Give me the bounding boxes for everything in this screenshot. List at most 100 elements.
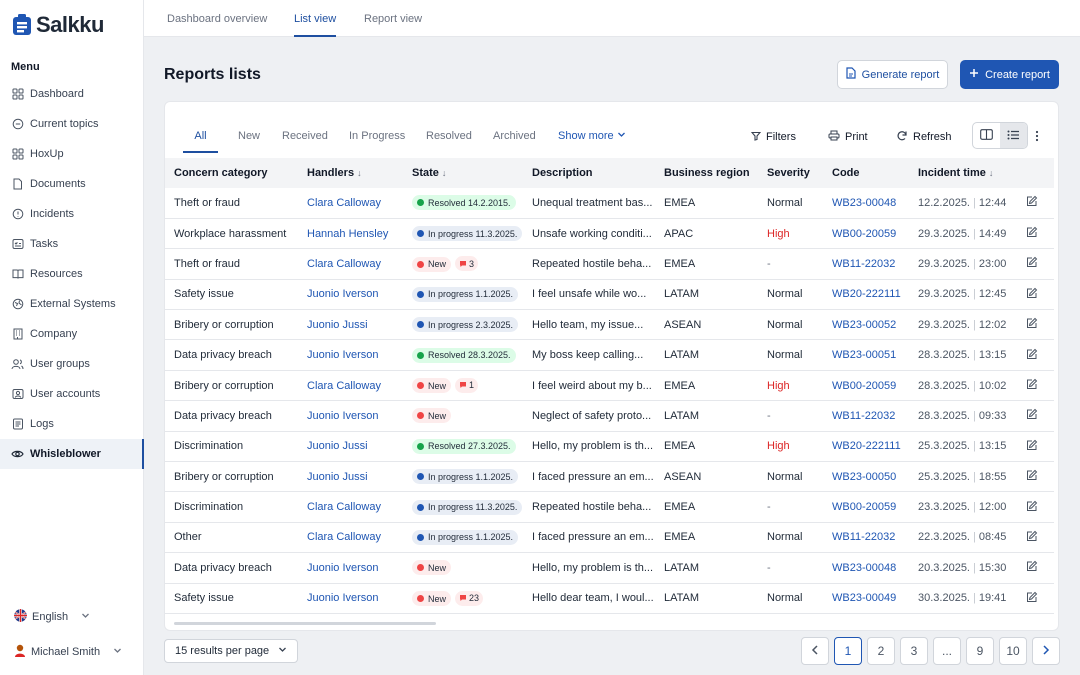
filter-tab-resolved[interactable]: Resolved bbox=[426, 122, 472, 153]
code-link[interactable]: WB23-00051 bbox=[823, 339, 909, 371]
table-row[interactable]: Data privacy breach Juonio Iverson Resolve… bbox=[165, 339, 1054, 371]
sidebar-item-company[interactable]: Company bbox=[0, 319, 144, 349]
edit-icon[interactable] bbox=[1026, 561, 1038, 575]
page-button-2[interactable]: 2 bbox=[867, 637, 895, 665]
table-row[interactable]: Bribery or corruption Clara Calloway New 1 I… bbox=[165, 370, 1054, 402]
table-row[interactable]: Theft or fraud Clara Calloway New 3 Repeated… bbox=[165, 248, 1054, 280]
sidebar-item-dashboard[interactable]: Dashboard bbox=[0, 79, 144, 109]
code-link[interactable]: WB23-00048 bbox=[823, 188, 909, 219]
generate-report-button[interactable]: Generate report bbox=[837, 60, 948, 89]
column-header-code[interactable]: Code bbox=[823, 158, 909, 188]
prev-page-button[interactable] bbox=[801, 637, 829, 665]
table-row[interactable]: Data privacy breach Juonio Iverson New Hell… bbox=[165, 552, 1054, 584]
create-report-button[interactable]: Create report bbox=[960, 60, 1059, 89]
edit-icon[interactable] bbox=[1026, 500, 1038, 515]
edit-icon[interactable] bbox=[1026, 591, 1038, 606]
table-row[interactable]: Other Clara Calloway In progress 1.1.2025.… bbox=[165, 522, 1054, 554]
edit-icon[interactable] bbox=[1026, 287, 1038, 302]
code-link[interactable]: WB11-22032 bbox=[823, 248, 909, 280]
edit-icon[interactable] bbox=[1026, 409, 1038, 423]
more-options-button[interactable] bbox=[1035, 124, 1039, 150]
filter-tab-in-progress[interactable]: In Progress bbox=[349, 122, 405, 153]
tab-dashboard-overview[interactable]: Dashboard overview bbox=[167, 0, 267, 37]
page-button-9[interactable]: 9 bbox=[966, 637, 994, 665]
code-link[interactable]: WB00-20059 bbox=[823, 491, 909, 523]
edit-icon[interactable] bbox=[1026, 196, 1038, 210]
handler-link[interactable]: Juonio Jussi bbox=[298, 431, 403, 463]
table-row[interactable]: Bribery or corruption Juonio Jussi In prog… bbox=[165, 309, 1054, 341]
sidebar-item-hoxup[interactable]: HoxUp bbox=[0, 139, 144, 169]
code-link[interactable]: WB20-222111 bbox=[823, 431, 909, 463]
sidebar-item-incidents[interactable]: Incidents bbox=[0, 199, 144, 229]
code-link[interactable]: WB23-00049 bbox=[823, 583, 909, 614]
edit-icon[interactable] bbox=[1026, 469, 1038, 484]
language-selector[interactable]: English bbox=[14, 609, 90, 625]
column-header-severity[interactable]: Severity bbox=[758, 158, 823, 188]
handler-link[interactable]: Juonio Iverson bbox=[298, 279, 403, 311]
code-link[interactable]: WB11-22032 bbox=[823, 400, 909, 432]
table-row[interactable]: Data privacy breach Juonio Iverson New Negl… bbox=[165, 400, 1054, 432]
code-link[interactable]: WB23-00050 bbox=[823, 461, 909, 493]
print-button[interactable]: Print bbox=[828, 124, 868, 150]
handler-link[interactable]: Juonio Jussi bbox=[298, 309, 403, 341]
table-row[interactable]: Safety issue Juonio Iverson New 23 Hello dea… bbox=[165, 583, 1054, 614]
filters-button[interactable]: Filters bbox=[750, 124, 796, 150]
handler-link[interactable]: Juonio Iverson bbox=[298, 552, 403, 584]
tab-report-view[interactable]: Report view bbox=[364, 0, 422, 37]
handler-link[interactable]: Clara Calloway bbox=[298, 522, 403, 554]
table-row[interactable]: Theft or fraud Clara Calloway Resolved 14.… bbox=[165, 188, 1054, 219]
horizontal-scrollbar[interactable] bbox=[174, 622, 436, 625]
page-button-10[interactable]: 10 bbox=[999, 637, 1027, 665]
tab-list-view[interactable]: List view bbox=[294, 0, 337, 37]
page-button-3[interactable]: 3 bbox=[900, 637, 928, 665]
column-header-category[interactable]: Concern category bbox=[165, 158, 298, 188]
logo[interactable]: Salkku bbox=[12, 12, 104, 38]
handler-link[interactable]: Clara Calloway bbox=[298, 188, 403, 219]
code-link[interactable]: WB11-22032 bbox=[823, 522, 909, 554]
results-per-page-select[interactable]: 15 results per page bbox=[164, 639, 298, 663]
column-header-state[interactable]: State ↓ bbox=[403, 158, 523, 188]
edit-icon[interactable] bbox=[1026, 530, 1038, 545]
sidebar-item-logs[interactable]: Logs bbox=[0, 409, 144, 439]
table-row[interactable]: Discrimination Juonio Jussi Resolved 27.3.… bbox=[165, 431, 1054, 463]
edit-icon[interactable] bbox=[1026, 378, 1038, 393]
code-link[interactable]: WB23-00052 bbox=[823, 309, 909, 341]
handler-link[interactable]: Hannah Hensley bbox=[298, 218, 403, 250]
handler-link[interactable]: Juonio Iverson bbox=[298, 400, 403, 432]
handler-link[interactable]: Juonio Iverson bbox=[298, 339, 403, 371]
edit-icon[interactable] bbox=[1026, 226, 1038, 241]
column-header-description[interactable]: Description bbox=[523, 158, 655, 188]
handler-link[interactable]: Clara Calloway bbox=[298, 248, 403, 280]
table-row[interactable]: Safety issue Juonio Iverson In progress 1.… bbox=[165, 279, 1054, 311]
filter-tab-archived[interactable]: Archived bbox=[493, 122, 536, 153]
sidebar-item-external-systems[interactable]: External Systems bbox=[0, 289, 144, 319]
sidebar-item-documents[interactable]: Documents bbox=[0, 169, 144, 199]
user-menu[interactable]: Michael Smith bbox=[14, 644, 122, 660]
sidebar-item-current-topics[interactable]: Current topics bbox=[0, 109, 144, 139]
filter-tab-new[interactable]: New bbox=[238, 122, 260, 153]
code-link[interactable]: WB00-20059 bbox=[823, 218, 909, 250]
sidebar-item-resources[interactable]: Resources bbox=[0, 259, 144, 289]
edit-icon[interactable] bbox=[1026, 318, 1038, 332]
column-header-handlers[interactable]: Handlers ↓ bbox=[298, 158, 403, 188]
table-row[interactable]: Bribery or corruption Juonio Jussi In prog… bbox=[165, 461, 1054, 493]
handler-link[interactable]: Clara Calloway bbox=[298, 370, 403, 402]
sidebar-item-user-accounts[interactable]: User accounts bbox=[0, 379, 144, 409]
edit-icon[interactable] bbox=[1026, 439, 1038, 454]
sidebar-item-user-groups[interactable]: User groups bbox=[0, 349, 144, 379]
filter-tab-received[interactable]: Received bbox=[282, 122, 328, 153]
handler-link[interactable]: Juonio Jussi bbox=[298, 461, 403, 493]
next-page-button[interactable] bbox=[1032, 637, 1060, 665]
filter-tab-all[interactable]: All bbox=[183, 122, 218, 153]
code-link[interactable]: WB20-222111 bbox=[823, 279, 909, 311]
table-row[interactable]: Discrimination Clara Calloway In progress … bbox=[165, 491, 1054, 523]
sidebar-item-tasks[interactable]: Tasks bbox=[0, 229, 144, 259]
edit-icon[interactable] bbox=[1026, 257, 1038, 271]
column-header-region[interactable]: Business region bbox=[655, 158, 758, 188]
handler-link[interactable]: Juonio Iverson bbox=[298, 583, 403, 614]
list-view-button[interactable] bbox=[1000, 123, 1027, 148]
grid-view-button[interactable] bbox=[973, 123, 1000, 148]
code-link[interactable]: WB23-00048 bbox=[823, 552, 909, 584]
page-button-1[interactable]: 1 bbox=[834, 637, 862, 665]
table-row[interactable]: Workplace harassment Hannah Hensley In pro… bbox=[165, 218, 1054, 250]
